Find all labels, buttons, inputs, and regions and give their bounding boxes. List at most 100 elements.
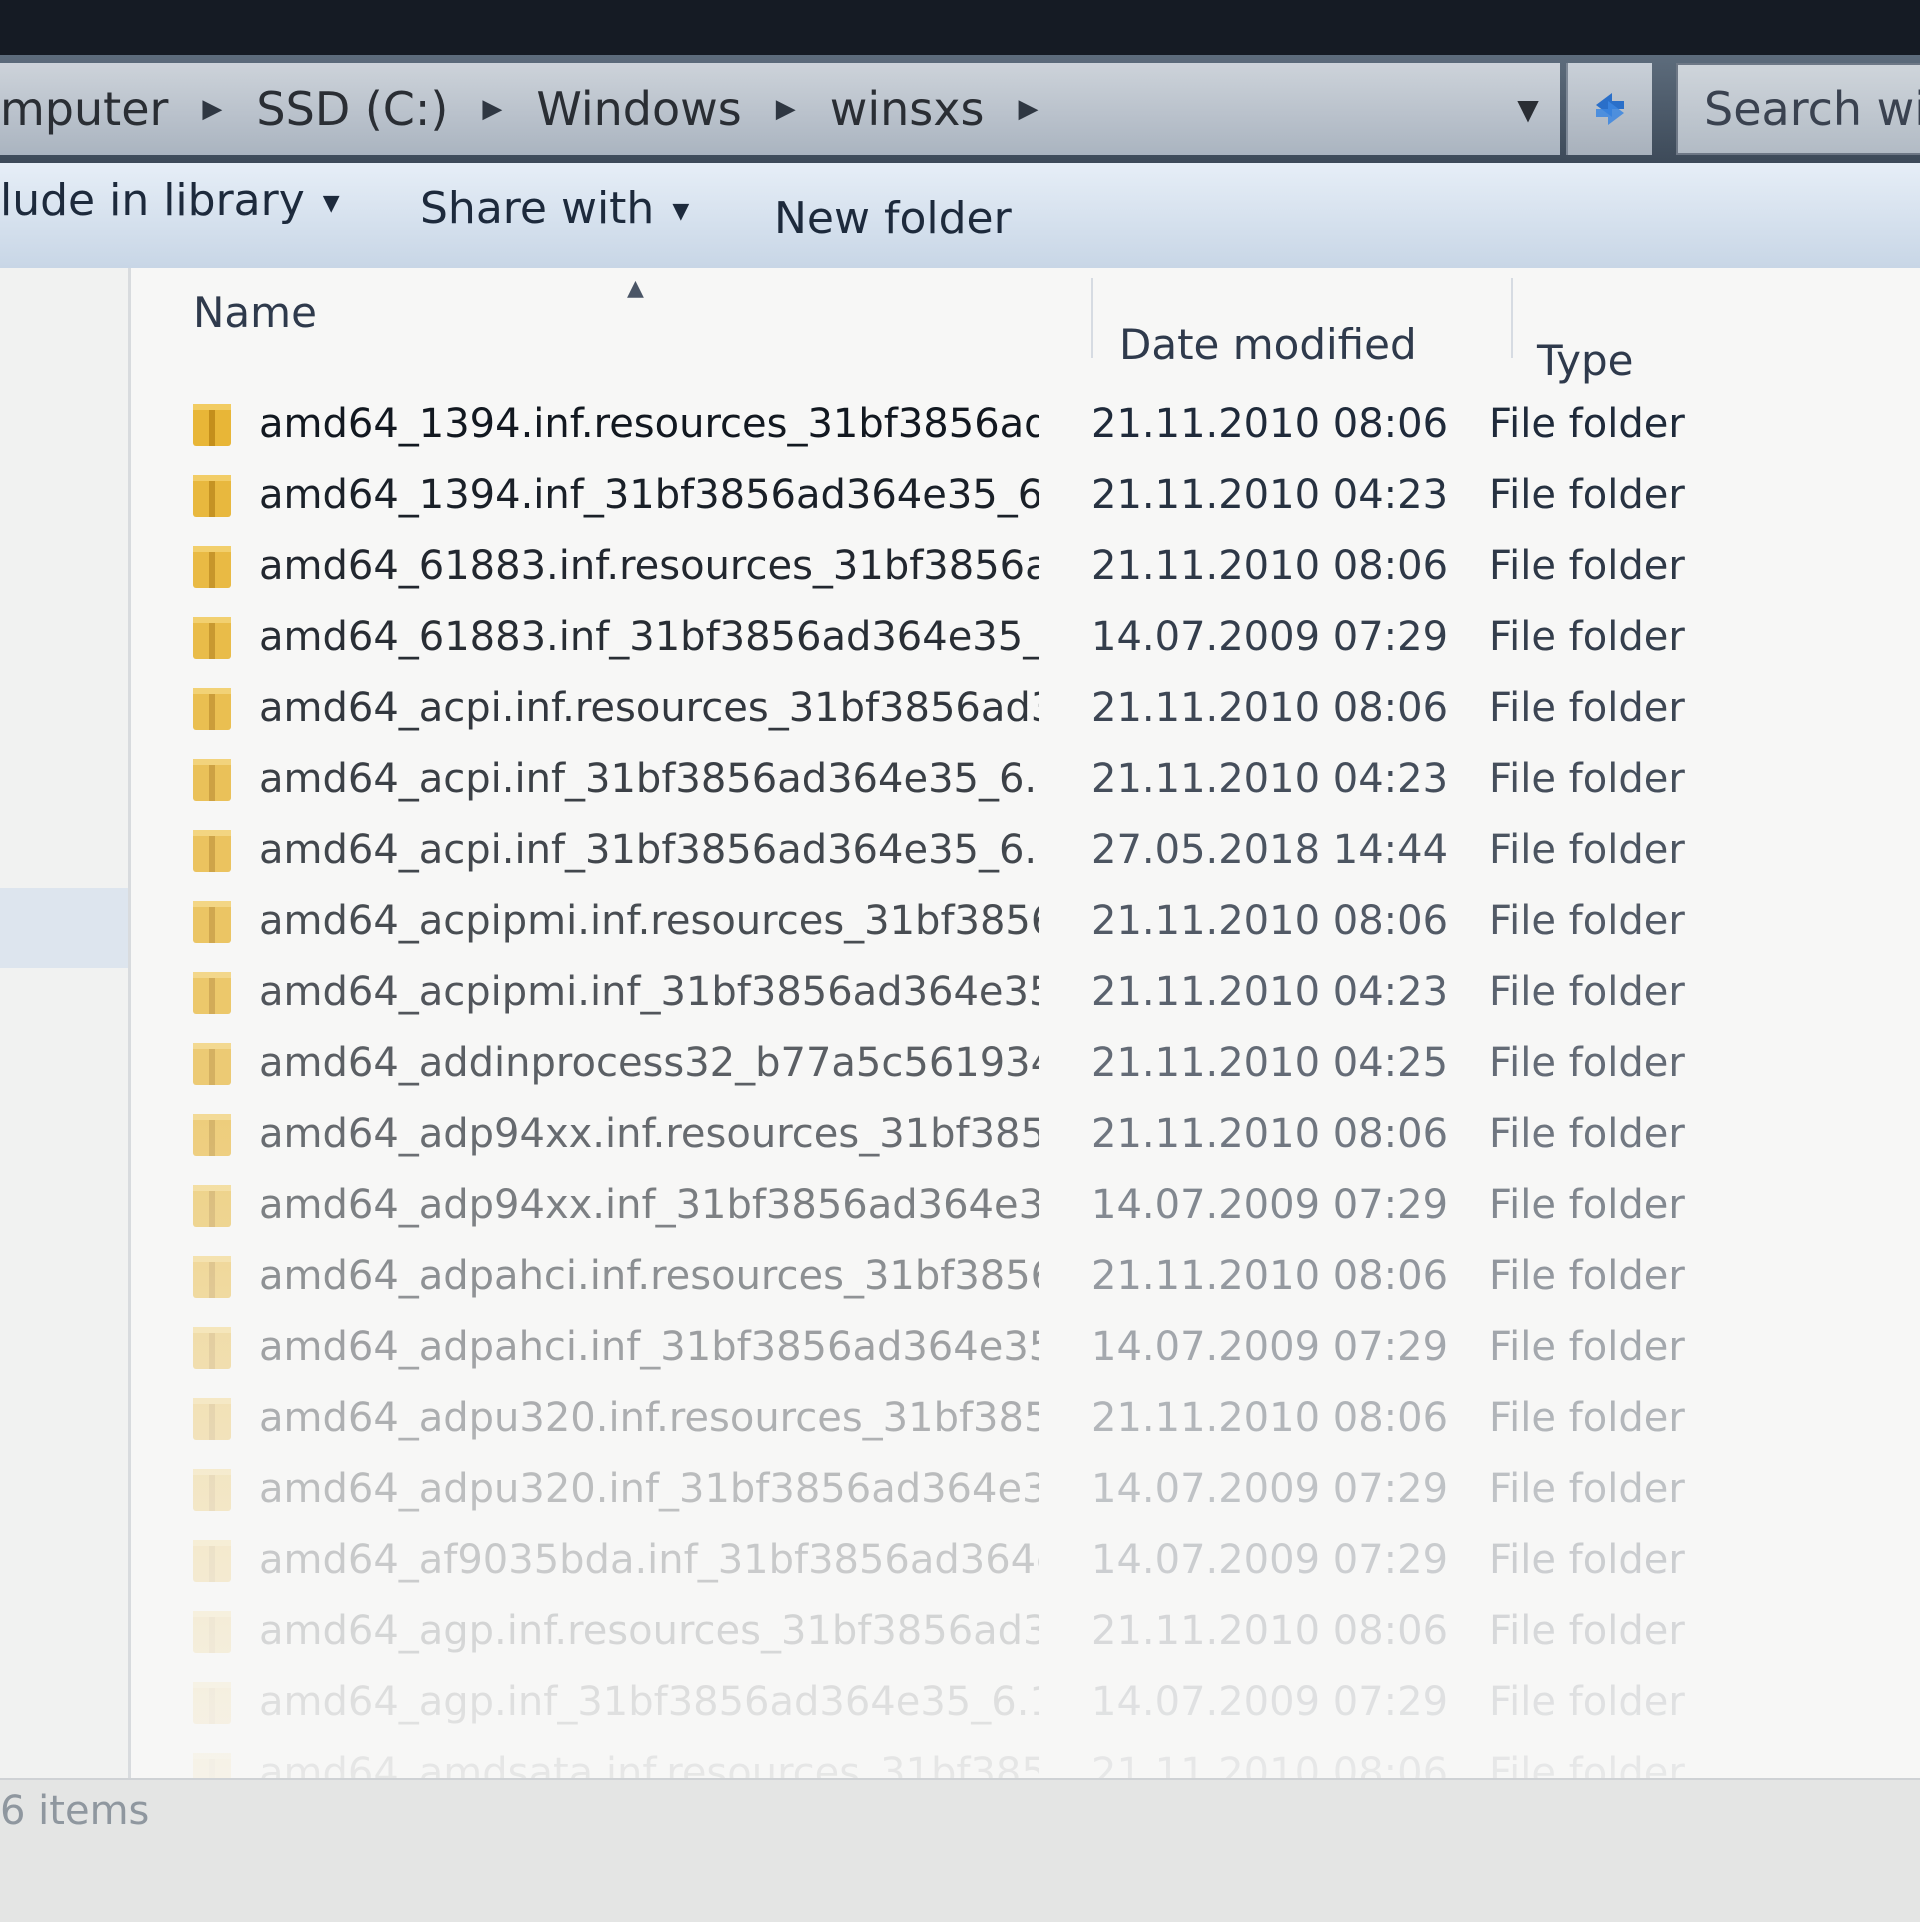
item-count: 6 items [0,1788,150,1834]
breadcrumb-arrow-icon[interactable]: ▶ [482,94,502,124]
file-name[interactable]: amd64_61883.inf_31bf3856ad364e35_6.1.... [259,614,1039,660]
breadcrumb-windows[interactable]: Windows [536,82,741,136]
table-row[interactable]: amd64_af9035bda.inf_31bf3856ad364e35... 1… [191,1524,1911,1595]
file-rows: amd64_1394.inf.resources_31bf3856ad36...… [191,388,1911,1808]
sort-up-icon: ▲ [627,276,644,301]
file-type: File folder [1489,755,1685,802]
file-date-modified: 27.05.2018 14:44 [1091,826,1449,873]
file-type: File folder [1489,400,1685,447]
new-folder-label: New folder [774,193,1012,244]
table-row[interactable]: amd64_acpi.inf.resources_31bf3856ad364..… [191,672,1911,743]
include-in-library-button[interactable]: lude in library ▼ [0,175,340,226]
file-type: File folder [1489,684,1685,731]
file-type: File folder [1489,1181,1685,1228]
file-name[interactable]: amd64_adp94xx.inf.resources_31bf3856a... [259,1111,1039,1157]
folder-icon [193,1042,231,1085]
table-row[interactable]: amd64_addinprocess32_b77a5c561934e0... 21… [191,1027,1911,1098]
window-title-bar [0,0,1920,55]
breadcrumb-computer[interactable]: mputer [0,82,168,136]
chevron-down-icon: ▼ [672,198,690,224]
file-name[interactable]: amd64_af9035bda.inf_31bf3856ad364e35... [259,1537,1039,1583]
file-date-modified: 14.07.2009 07:29 [1091,1678,1449,1725]
table-row[interactable]: amd64_61883.inf.resources_31bf3856ad3...… [191,530,1911,601]
file-type: File folder [1489,613,1685,660]
folder-icon [193,900,231,943]
file-type: File folder [1489,1394,1685,1441]
column-separator[interactable] [1091,278,1093,358]
table-row[interactable]: amd64_adpahci.inf_31bf3856ad364e35_6....… [191,1311,1911,1382]
folder-icon [193,474,231,517]
column-header-date-modified[interactable]: Date modified [1119,320,1417,369]
file-name[interactable]: amd64_1394.inf.resources_31bf3856ad36... [259,401,1039,447]
navigation-pane-selected-item[interactable] [0,888,128,968]
file-name[interactable]: amd64_acpipmi.inf.resources_31bf3856a... [259,898,1039,944]
folder-icon [193,1255,231,1298]
file-date-modified: 21.11.2010 04:23 [1091,755,1449,802]
file-name[interactable]: amd64_adpu320.inf.resources_31bf3856a... [259,1395,1039,1441]
table-row[interactable]: amd64_agp.inf.resources_31bf3856ad364...… [191,1595,1911,1666]
file-date-modified: 21.11.2010 08:06 [1091,1607,1449,1654]
folder-icon [193,687,231,730]
breadcrumb-arrow-icon[interactable]: ▶ [202,94,222,124]
breadcrumb-arrow-icon[interactable]: ▶ [1018,94,1038,124]
file-type: File folder [1489,1252,1685,1299]
file-name[interactable]: amd64_acpi.inf.resources_31bf3856ad364..… [259,685,1039,731]
file-name[interactable]: amd64_agp.inf.resources_31bf3856ad364... [259,1608,1039,1654]
file-name[interactable]: amd64_adpahci.inf_31bf3856ad364e35_6.... [259,1324,1039,1370]
table-row[interactable]: amd64_61883.inf_31bf3856ad364e35_6.1....… [191,601,1911,672]
file-date-modified: 14.07.2009 07:29 [1091,1323,1449,1370]
table-row[interactable]: amd64_adp94xx.inf.resources_31bf3856a...… [191,1098,1911,1169]
folder-icon [193,829,231,872]
file-name[interactable]: amd64_adpu320.inf_31bf3856ad364e35_6... [259,1466,1039,1512]
file-name[interactable]: amd64_adpahci.inf.resources_31bf3856a... [259,1253,1039,1299]
column-header-type[interactable]: Type [1537,336,1633,385]
share-with-button[interactable]: Share with ▼ [420,183,689,234]
file-name[interactable]: amd64_adp94xx.inf_31bf3856ad364e35_6.... [259,1182,1039,1228]
table-row[interactable]: amd64_adpu320.inf_31bf3856ad364e35_6... 1… [191,1453,1911,1524]
search-input[interactable]: Search wins [1676,63,1920,155]
file-name[interactable]: amd64_acpipmi.inf_31bf3856ad364e35_6.... [259,969,1039,1015]
file-date-modified: 21.11.2010 04:25 [1091,1039,1449,1086]
table-row[interactable]: amd64_acpipmi.inf.resources_31bf3856a...… [191,885,1911,956]
folder-icon [193,403,231,446]
table-row[interactable]: amd64_1394.inf_31bf3856ad364e35_6.1.7...… [191,459,1911,530]
folder-icon [193,616,231,659]
folder-icon [193,545,231,588]
file-type: File folder [1489,897,1685,944]
file-type: File folder [1489,968,1685,1015]
refresh-icon [1596,93,1624,125]
status-bar: 6 items [0,1778,1920,1922]
breadcrumb-ssd[interactable]: SSD (C:) [256,82,448,136]
file-name[interactable]: amd64_addinprocess32_b77a5c561934e0... [259,1040,1039,1086]
new-folder-button[interactable]: New folder [774,193,1012,244]
breadcrumb-arrow-icon[interactable]: ▶ [776,94,796,124]
navigation-pane[interactable] [0,268,131,1778]
column-separator[interactable] [1511,278,1513,358]
table-row[interactable]: amd64_1394.inf.resources_31bf3856ad36...… [191,388,1911,459]
column-header-name[interactable]: Name [193,288,317,337]
share-with-label: Share with [420,183,655,234]
file-type: File folder [1489,542,1685,589]
file-date-modified: 14.07.2009 07:29 [1091,613,1449,660]
breadcrumb[interactable]: mputer ▶ SSD (C:) ▶ Windows ▶ winsxs ▶ [0,63,1560,155]
table-row[interactable]: amd64_adp94xx.inf_31bf3856ad364e35_6....… [191,1169,1911,1240]
file-name[interactable]: amd64_acpi.inf_31bf3856ad364e35_6.1.76..… [259,827,1039,873]
table-row[interactable]: amd64_adpahci.inf.resources_31bf3856a...… [191,1240,1911,1311]
table-row[interactable]: amd64_acpipmi.inf_31bf3856ad364e35_6....… [191,956,1911,1027]
table-row[interactable]: amd64_agp.inf_31bf3856ad364e35_6.1.76...… [191,1666,1911,1737]
file-name[interactable]: amd64_1394.inf_31bf3856ad364e35_6.1.7... [259,472,1039,518]
file-date-modified: 14.07.2009 07:29 [1091,1181,1449,1228]
refresh-button[interactable] [1566,63,1652,155]
file-name[interactable]: amd64_61883.inf.resources_31bf3856ad3... [259,543,1039,589]
file-type: File folder [1489,1110,1685,1157]
file-type: File folder [1489,1039,1685,1086]
file-date-modified: 21.11.2010 08:06 [1091,400,1449,447]
command-toolbar: lude in library ▼ Share with ▼ New folder [0,163,1920,270]
breadcrumb-winsxs[interactable]: winsxs [830,82,985,136]
table-row[interactable]: amd64_acpi.inf_31bf3856ad364e35_6.1.76..… [191,743,1911,814]
file-name[interactable]: amd64_agp.inf_31bf3856ad364e35_6.1.76... [259,1679,1039,1725]
address-dropdown-button[interactable]: ▼ [1500,63,1556,155]
table-row[interactable]: amd64_adpu320.inf.resources_31bf3856a...… [191,1382,1911,1453]
table-row[interactable]: amd64_acpi.inf_31bf3856ad364e35_6.1.76..… [191,814,1911,885]
file-name[interactable]: amd64_acpi.inf_31bf3856ad364e35_6.1.76..… [259,756,1039,802]
